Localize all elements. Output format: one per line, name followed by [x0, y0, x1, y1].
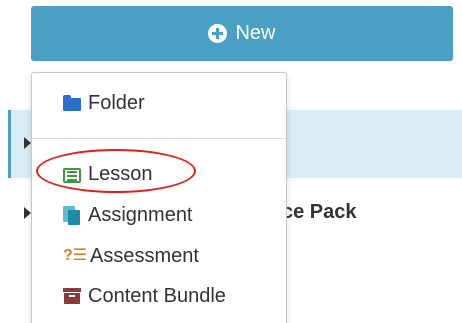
- new-button-label: New: [235, 22, 276, 44]
- new-button[interactable]: New: [31, 6, 453, 61]
- menu-item-content-bundle[interactable]: Content Bundle: [32, 278, 286, 314]
- assessment-icon: ?☰: [63, 247, 88, 264]
- menu-item-label: Content Bundle: [88, 284, 226, 307]
- caret-right-icon[interactable]: [24, 207, 31, 219]
- menu-item-lesson[interactable]: Lesson: [32, 156, 286, 192]
- caret-right-icon[interactable]: [24, 137, 31, 149]
- menu-item-assessment[interactable]: ?☰ Assessment: [32, 238, 286, 274]
- menu-item-label: Folder: [88, 91, 145, 114]
- menu-item-folder[interactable]: Folder: [32, 85, 286, 121]
- plus-circle-icon: [208, 24, 228, 43]
- lesson-icon: [63, 167, 81, 183]
- menu-item-label: Assignment: [88, 203, 193, 226]
- menu-divider: [32, 138, 286, 139]
- menu-item-label: Lesson: [88, 162, 153, 185]
- folder-icon: [63, 94, 81, 112]
- new-dropdown-menu: Folder Lesson Assignment ?☰ Assessment C…: [31, 72, 287, 323]
- menu-item-label: Assessment: [90, 244, 199, 267]
- menu-item-assignment[interactable]: Assignment: [32, 197, 286, 233]
- assignment-icon: [63, 206, 81, 225]
- archive-box-icon: [63, 287, 81, 305]
